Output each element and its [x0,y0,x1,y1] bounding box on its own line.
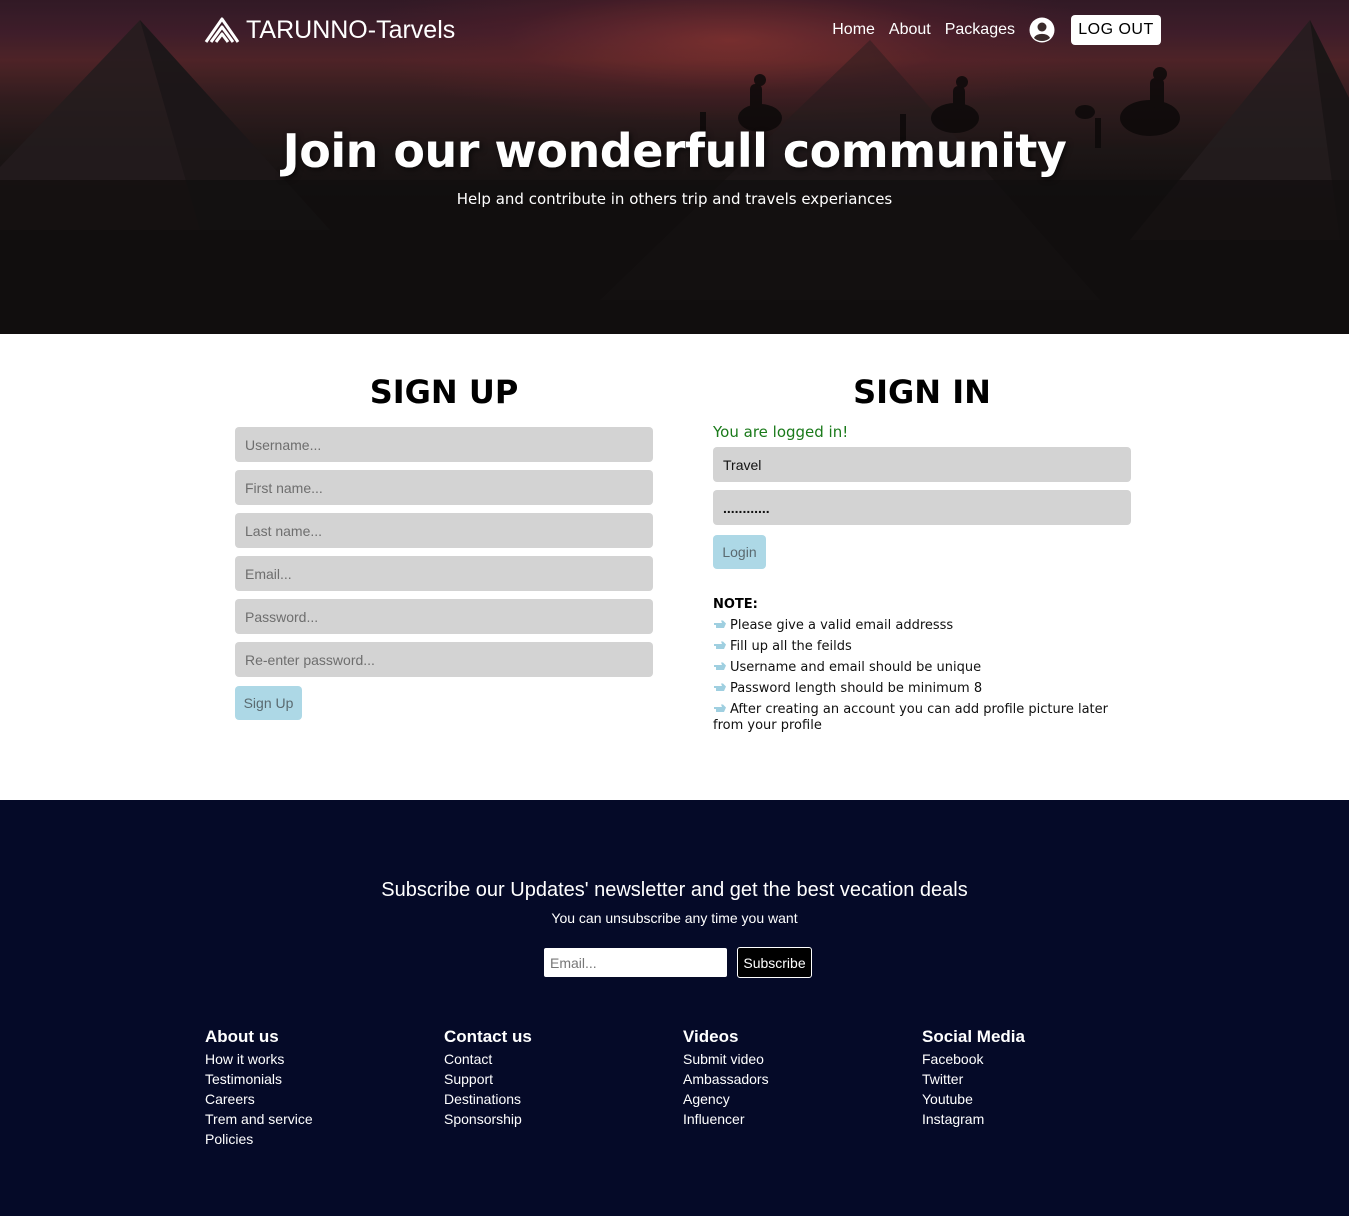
note-item: After creating an account you can add pr… [713,702,1108,733]
footer-link[interactable]: Facebook [922,1049,1142,1069]
signup-form: SIGN UP Sign Up [235,370,653,720]
hero-title: Join our wonderfull community [282,124,1067,178]
signin-form: SIGN IN You are logged in! Login NOTE: P… [713,370,1131,739]
brand[interactable]: TARUNNO-Tarvels [204,14,455,46]
footer-column-contact: Contact us Contact Support Destinations … [444,1027,664,1129]
nav-links: Home About Packages LOG OUT [818,14,1161,46]
pointing-hand-icon [714,683,726,691]
footer-column-videos: Videos Submit video Ambassadors Agency I… [683,1027,903,1129]
footer-link[interactable]: Youtube [922,1089,1142,1109]
footer-column-title: Contact us [444,1027,532,1046]
signin-title: SIGN IN [853,373,991,411]
signup-email-input[interactable] [235,556,653,591]
pointing-hand-icon [714,641,726,649]
signup-first-name-input[interactable] [235,470,653,505]
footer-link[interactable]: Agency [683,1089,903,1109]
pointing-hand-icon [714,620,726,628]
note-list: Please give a valid email addresss Fill … [713,618,1131,734]
footer-link[interactable]: Policies [205,1129,425,1149]
note-item: Please give a valid email addresss [713,618,1131,634]
navbar: TARUNNO-Tarvels Home About Packages LOG … [204,14,1161,46]
footer: Subscribe our Updates' newsletter and ge… [0,800,1349,1216]
footer-link[interactable]: Support [444,1069,664,1089]
footer-link[interactable]: Destinations [444,1089,664,1109]
nav-packages-link[interactable]: Packages [945,21,1015,39]
signin-username-input[interactable] [713,447,1131,482]
footer-link[interactable]: Submit video [683,1049,903,1069]
footer-link[interactable]: Contact [444,1049,664,1069]
signup-button[interactable]: Sign Up [235,686,302,720]
nav-about-link[interactable]: About [889,21,931,39]
footer-link[interactable]: Testimonials [205,1069,425,1089]
footer-link[interactable]: Ambassadors [683,1069,903,1089]
footer-link[interactable]: Trem and service [205,1109,425,1129]
note-item: Password length should be minimum 8 [713,681,1131,697]
signup-username-input[interactable] [235,427,653,462]
pointing-hand-icon [714,704,726,712]
nav-home-link[interactable]: Home [832,21,875,39]
note-item: Username and email should be unique [713,660,1131,676]
logout-button[interactable]: LOG OUT [1071,15,1161,45]
signup-last-name-input[interactable] [235,513,653,548]
footer-column-title: About us [205,1027,279,1046]
footer-column-social: Social Media Facebook Twitter Youtube In… [922,1027,1142,1129]
footer-link[interactable]: Instagram [922,1109,1142,1129]
hero-banner: TARUNNO-Tarvels Home About Packages LOG … [0,0,1349,334]
pointing-hand-icon [714,662,726,670]
newsletter-subtitle: You can unsubscribe any time you want [551,910,798,926]
footer-link[interactable]: Careers [205,1089,425,1109]
hero-subtitle: Help and contribute in others trip and t… [456,190,893,208]
footer-column-about: About us How it works Testimonials Caree… [205,1027,425,1149]
signup-reenter-password-input[interactable] [235,642,653,677]
newsletter-title: Subscribe our Updates' newsletter and ge… [381,879,968,901]
footer-link[interactable]: Influencer [683,1109,903,1129]
user-account-icon[interactable] [1029,17,1055,43]
footer-link[interactable]: How it works [205,1049,425,1069]
signin-password-input[interactable] [713,490,1131,525]
footer-column-title: Videos [683,1027,739,1046]
signup-password-input[interactable] [235,599,653,634]
login-status-message: You are logged in! [713,423,849,441]
subscribe-button[interactable]: Subscribe [737,947,812,978]
footer-link[interactable]: Sponsorship [444,1109,664,1129]
footer-link[interactable]: Twitter [922,1069,1142,1089]
note-title: NOTE: [713,597,758,612]
note-item: Fill up all the feilds [713,639,1131,655]
brand-name: TARUNNO-Tarvels [246,15,456,44]
newsletter-email-input[interactable] [544,948,727,977]
footer-column-title: Social Media [922,1027,1025,1046]
signup-title: SIGN UP [369,373,519,411]
brand-logo-icon [204,17,240,43]
login-button[interactable]: Login [713,535,766,569]
